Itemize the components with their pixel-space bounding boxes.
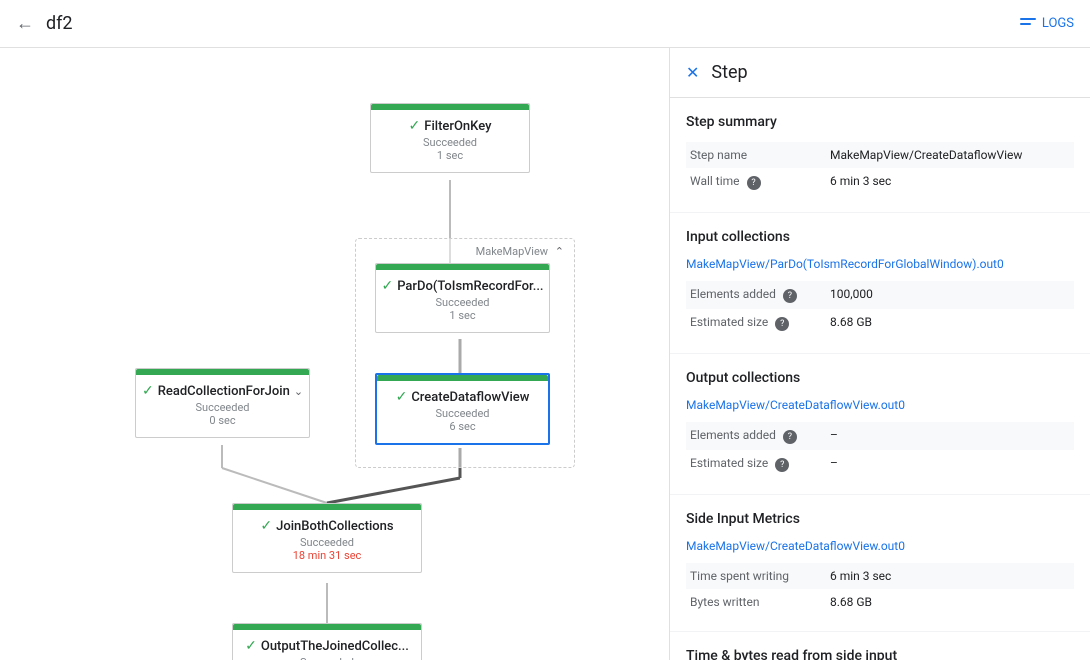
output-elements-label: Elements added ? bbox=[686, 422, 826, 450]
node-status: Succeeded bbox=[148, 401, 297, 414]
node-content: ✓ OutputTheJoinedCollec... Succeeded 18 … bbox=[233, 630, 421, 660]
check-icon: ✓ bbox=[396, 389, 408, 405]
check-icon: ✓ bbox=[245, 638, 257, 654]
output-size-label: Estimated size ? bbox=[686, 450, 826, 478]
panel-title: Step bbox=[711, 62, 747, 83]
output-collections-section: Output collections MakeMapView/CreateDat… bbox=[670, 354, 1090, 495]
node-content: ✓ CreateDataflowView Succeeded 6 sec bbox=[377, 381, 548, 443]
node-title: ✓ JoinBothCollections bbox=[245, 518, 409, 534]
wall-time-row: Wall time ? 6 min 3 sec bbox=[686, 168, 1074, 196]
output-collections-table: Elements added ? – Estimated size ? – bbox=[686, 422, 1074, 478]
side-input-metrics-table: Time spent writing 6 min 3 sec Bytes wri… bbox=[686, 563, 1074, 615]
input-elements-value: 100,000 bbox=[826, 281, 1074, 309]
wall-time-value: 6 min 3 sec bbox=[826, 168, 1074, 196]
time-writing-label: Time spent writing bbox=[686, 563, 826, 589]
time-writing-row: Time spent writing 6 min 3 sec bbox=[686, 563, 1074, 589]
step-name-row: Step name MakeMapView/CreateDataflowView bbox=[686, 142, 1074, 168]
input-size-label: Estimated size ? bbox=[686, 309, 826, 337]
check-icon: ✓ bbox=[381, 278, 393, 294]
node-title: ✓ OutputTheJoinedCollec... bbox=[245, 638, 409, 654]
input-elements-row: Elements added ? 100,000 bbox=[686, 281, 1074, 309]
group-label: MakeMapView ⌃ bbox=[476, 245, 564, 258]
input-collections-section: Input collections MakeMapView/ParDo(ToIs… bbox=[670, 213, 1090, 354]
group-collapse-button[interactable]: ⌃ bbox=[555, 245, 564, 258]
output-collections-title: Output collections bbox=[686, 370, 1074, 386]
logs-label: LOGS bbox=[1042, 16, 1074, 31]
check-icon: ✓ bbox=[409, 118, 421, 134]
node-pardo[interactable]: ✓ ParDo(ToIsmRecordFor... Succeeded 1 se… bbox=[375, 263, 550, 333]
back-button[interactable]: ← bbox=[16, 13, 34, 34]
check-icon: ✓ bbox=[260, 518, 272, 534]
node-time: 18 min 31 sec bbox=[245, 549, 409, 562]
bytes-written-row: Bytes written 8.68 GB bbox=[686, 589, 1074, 615]
step-summary-title: Step summary bbox=[686, 114, 1074, 130]
app-header: ← df2 LOGS bbox=[0, 0, 1090, 48]
output-elements-help-icon[interactable]: ? bbox=[783, 430, 797, 444]
node-time: 1 sec bbox=[388, 309, 537, 322]
node-status: Succeeded bbox=[245, 656, 409, 660]
input-elements-label: Elements added ? bbox=[686, 281, 826, 309]
step-panel: ✕ Step Step summary Step name MakeMapVie… bbox=[670, 48, 1090, 660]
side-input-metrics-title: Side Input Metrics bbox=[686, 511, 1074, 527]
dag-nodes-container: MakeMapView ⌃ ✓ FilterOnKey Succeeded 1 … bbox=[0, 48, 669, 660]
node-read-collection-for-join[interactable]: ✓ ReadCollectionForJoin ⌄ Succeeded 0 se… bbox=[135, 368, 310, 438]
time-writing-value: 6 min 3 sec bbox=[826, 563, 1074, 589]
step-name-label: Step name bbox=[686, 142, 826, 168]
side-input-metrics-section: Side Input Metrics MakeMapView/CreateDat… bbox=[670, 495, 1090, 632]
main-layout: MakeMapView ⌃ ✓ FilterOnKey Succeeded 1 … bbox=[0, 48, 1090, 660]
estimated-size-help-icon[interactable]: ? bbox=[775, 317, 789, 331]
check-icon: ✓ bbox=[142, 383, 154, 399]
output-size-row: Estimated size ? – bbox=[686, 450, 1074, 478]
node-status: Succeeded bbox=[389, 407, 536, 420]
side-input-table-title: Time & bytes read from side input bbox=[686, 648, 1074, 660]
page-title: df2 bbox=[46, 13, 1020, 34]
node-title: ✓ FilterOnKey bbox=[383, 118, 517, 134]
close-button[interactable]: ✕ bbox=[686, 63, 699, 82]
panel-header: ✕ Step bbox=[670, 48, 1090, 98]
node-time: 6 sec bbox=[389, 420, 536, 433]
node-title: ✓ ReadCollectionForJoin ⌄ bbox=[148, 383, 297, 399]
node-content: ✓ JoinBothCollections Succeeded 18 min 3… bbox=[233, 510, 421, 572]
bytes-written-label: Bytes written bbox=[686, 589, 826, 615]
node-status: Succeeded bbox=[383, 136, 517, 149]
output-elements-value: – bbox=[826, 422, 1074, 450]
input-collections-table: Elements added ? 100,000 Estimated size … bbox=[686, 281, 1074, 337]
step-name-value: MakeMapView/CreateDataflowView bbox=[826, 142, 1074, 168]
output-elements-row: Elements added ? – bbox=[686, 422, 1074, 450]
input-collections-title: Input collections bbox=[686, 229, 1074, 245]
side-input-collection-name: MakeMapView/CreateDataflowView.out0 bbox=[686, 539, 1074, 553]
node-create-dataflow-view[interactable]: ✓ CreateDataflowView Succeeded 6 sec bbox=[375, 373, 550, 445]
node-output-joined[interactable]: ✓ OutputTheJoinedCollec... Succeeded 18 … bbox=[232, 623, 422, 660]
side-input-table-section: Time & bytes read from side input Side i… bbox=[670, 632, 1090, 660]
input-size-value: 8.68 GB bbox=[826, 309, 1074, 337]
elements-added-help-icon[interactable]: ? bbox=[783, 289, 797, 303]
wall-time-help-icon[interactable]: ? bbox=[747, 176, 761, 190]
node-title: ✓ ParDo(ToIsmRecordFor... bbox=[388, 278, 537, 294]
bytes-written-value: 8.68 GB bbox=[826, 589, 1074, 615]
output-collection-name: MakeMapView/CreateDataflowView.out0 bbox=[686, 398, 1074, 412]
output-size-value: – bbox=[826, 450, 1074, 478]
node-content: ✓ ParDo(ToIsmRecordFor... Succeeded 1 se… bbox=[376, 270, 549, 332]
node-content: ✓ ReadCollectionForJoin ⌄ Succeeded 0 se… bbox=[136, 375, 309, 437]
list-icon bbox=[1020, 18, 1036, 30]
node-time: 1 sec bbox=[383, 149, 517, 162]
input-size-row: Estimated size ? 8.68 GB bbox=[686, 309, 1074, 337]
node-filter-on-key[interactable]: ✓ FilterOnKey Succeeded 1 sec bbox=[370, 103, 530, 173]
node-status: Succeeded bbox=[388, 296, 537, 309]
node-time: 0 sec bbox=[148, 414, 297, 427]
node-join-both-collections[interactable]: ✓ JoinBothCollections Succeeded 18 min 3… bbox=[232, 503, 422, 573]
wall-time-label: Wall time ? bbox=[686, 168, 826, 196]
node-content: ✓ FilterOnKey Succeeded 1 sec bbox=[371, 110, 529, 172]
step-summary-section: Step summary Step name MakeMapView/Creat… bbox=[670, 98, 1090, 213]
logs-button[interactable]: LOGS bbox=[1020, 16, 1074, 31]
output-size-help-icon[interactable]: ? bbox=[775, 458, 789, 472]
step-summary-table: Step name MakeMapView/CreateDataflowView… bbox=[686, 142, 1074, 196]
node-status: Succeeded bbox=[245, 536, 409, 549]
dag-canvas[interactable]: MakeMapView ⌃ ✓ FilterOnKey Succeeded 1 … bbox=[0, 48, 670, 660]
input-collection-name: MakeMapView/ParDo(ToIsmRecordForGlobalWi… bbox=[686, 257, 1074, 271]
expand-icon[interactable]: ⌄ bbox=[294, 385, 303, 398]
node-title: ✓ CreateDataflowView bbox=[389, 389, 536, 405]
